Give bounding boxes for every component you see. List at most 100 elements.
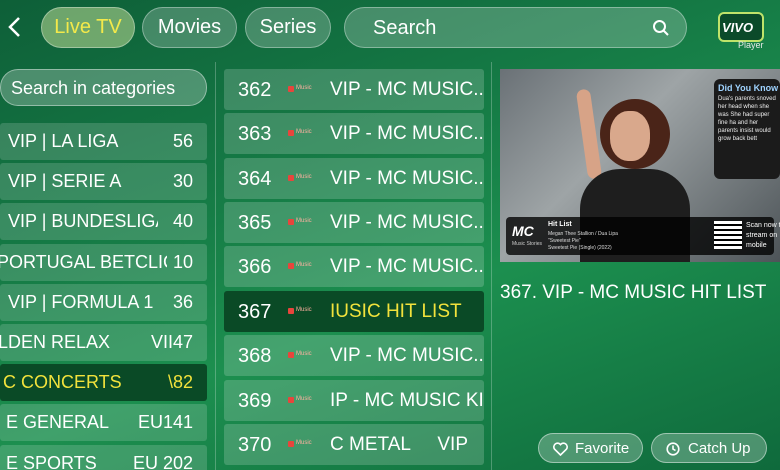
catch-up-button[interactable]: Catch Up bbox=[651, 433, 767, 463]
song-info-band: MC Music Stories Hit List Megan Thee Sta… bbox=[506, 217, 780, 255]
category-item[interactable]: E SPORTS EU 202 bbox=[0, 445, 207, 470]
back-button[interactable] bbox=[2, 12, 26, 42]
preview-image-part bbox=[575, 88, 603, 180]
channel-logo-text: Music bbox=[296, 85, 312, 91]
channel-number: 369 bbox=[238, 390, 272, 412]
channel-logo-icon: Music bbox=[288, 218, 314, 226]
tab-series[interactable]: Series bbox=[245, 7, 331, 48]
search-bar[interactable]: Search bbox=[344, 7, 687, 48]
channel-logo-text: Music bbox=[296, 440, 312, 446]
channel-name: VIP - MC MUSIC.. bbox=[330, 79, 484, 100]
song-album: Sweetest Pie (Single) (2022) bbox=[548, 245, 612, 251]
app-logo: VIVO Player bbox=[712, 2, 774, 52]
search-icon bbox=[653, 20, 669, 36]
channel-logo-text: Music bbox=[296, 307, 312, 313]
channel-number: 362 bbox=[238, 79, 272, 101]
category-item[interactable]: VIP | SERIE A 30 bbox=[0, 163, 207, 200]
channel-name: VIP - MC MUSIC.. bbox=[330, 256, 484, 277]
category-name: VIP | FORMULA 1 bbox=[8, 292, 154, 312]
category-item[interactable]: E GENERAL EU141 bbox=[0, 404, 207, 441]
top-bar: Live TV Movies Series Search VIVO Player bbox=[0, 0, 780, 56]
category-count: \82 bbox=[167, 372, 193, 392]
category-name: VIP | SERIE A bbox=[8, 171, 122, 191]
channel-number: 366 bbox=[238, 256, 272, 278]
channel-logo-text: Music bbox=[296, 262, 312, 268]
category-search-input[interactable]: Search in categories bbox=[0, 69, 207, 106]
channel-item[interactable]: 363 Music VIP - MC MUSIC.. bbox=[224, 113, 484, 154]
category-count: EU141 bbox=[137, 412, 193, 432]
qr-code-icon bbox=[714, 221, 742, 249]
channel-item[interactable]: 370 Music C METAL VIP bbox=[224, 424, 484, 465]
tab-live-tv[interactable]: Live TV bbox=[41, 7, 135, 48]
tab-movies[interactable]: Movies bbox=[142, 7, 237, 48]
clock-icon bbox=[666, 442, 680, 456]
channel-logo-text: Music bbox=[296, 218, 312, 224]
channel-name: VIP - MC MUSIC.. bbox=[330, 212, 484, 233]
channel-logo-icon: Music bbox=[288, 351, 314, 359]
channel-logo-icon: Music bbox=[288, 307, 314, 315]
channel-number: 365 bbox=[238, 212, 272, 234]
category-count: 36 bbox=[172, 292, 193, 312]
channel-extra: VIP bbox=[437, 434, 468, 455]
channel-item[interactable]: 362 Music VIP - MC MUSIC.. bbox=[224, 69, 484, 110]
category-name: LDEN RELAX bbox=[0, 332, 111, 352]
channel-number: 367 bbox=[238, 301, 272, 323]
category-item[interactable]: VIP | LA LIGA 56 bbox=[0, 123, 207, 160]
channel-logo-icon: Music bbox=[288, 85, 314, 93]
category-count: 56 bbox=[172, 131, 193, 151]
channel-logo-icon: Music bbox=[288, 174, 314, 182]
channel-name: VIP - MC MUSIC.. bbox=[330, 123, 484, 144]
favorite-label: Favorite bbox=[575, 440, 630, 457]
scan-text: Scan now to stream on mobile bbox=[746, 222, 780, 249]
category-name: VIP | BUNDESLIGA bbox=[8, 211, 158, 231]
category-item-selected[interactable]: C CONCERTS \82 bbox=[0, 364, 207, 401]
category-item[interactable]: LDEN RELAX VII47 bbox=[0, 324, 207, 361]
channel-name: IP - MC MUSIC KI bbox=[330, 390, 484, 411]
channel-name: VIP - MC MUSIC.. bbox=[330, 345, 484, 366]
channel-item[interactable]: 369 Music IP - MC MUSIC KI bbox=[224, 380, 484, 421]
channel-logo-text: Music bbox=[296, 174, 312, 180]
category-name: VIP | LA LIGA bbox=[8, 131, 119, 151]
did-you-know-body: Dua's parents snoved her head when she w… bbox=[718, 96, 776, 142]
category-item[interactable]: VIP | BUNDESLIGA 40 bbox=[0, 203, 207, 240]
preview-image-part bbox=[610, 111, 650, 161]
channel-name: IUSIC HIT LIST bbox=[330, 301, 462, 322]
category-count: 40 bbox=[172, 211, 193, 231]
category-count: 30 bbox=[172, 171, 193, 191]
catch-up-label: Catch Up bbox=[688, 440, 751, 457]
did-you-know-title: Did You Know bbox=[718, 83, 779, 93]
logo-text: VIVO bbox=[722, 20, 754, 35]
category-name: E GENERAL bbox=[6, 412, 110, 432]
favorite-button[interactable]: Favorite bbox=[538, 433, 643, 463]
song-details: Megan Thee Stallion / Dua Lipa "Sweetest… bbox=[548, 231, 708, 252]
channel-logo-text: Music bbox=[296, 351, 312, 357]
column-divider bbox=[215, 62, 216, 470]
did-you-know-panel: Did You Know Dua's parents snoved her he… bbox=[714, 79, 780, 179]
channel-logo-icon: Music bbox=[288, 440, 314, 448]
category-count: VII47 bbox=[150, 332, 193, 352]
category-name: PORTUGAL BETCLIC bbox=[0, 252, 167, 272]
column-divider bbox=[491, 62, 492, 470]
channel-logo-text: Music bbox=[296, 396, 312, 402]
channel-number: 370 bbox=[238, 434, 272, 456]
channel-logo-icon: Music bbox=[288, 262, 314, 270]
chevron-left-icon bbox=[8, 17, 20, 37]
channel-name: VIP - MC MUSIC.. bbox=[330, 168, 484, 189]
channel-item[interactable]: 365 Music VIP - MC MUSIC.. bbox=[224, 202, 484, 243]
channel-item[interactable]: 366 Music VIP - MC MUSIC.. bbox=[224, 246, 484, 287]
channel-item-selected[interactable]: 367 Music IUSIC HIT LIST bbox=[224, 291, 484, 332]
channel-item[interactable]: 364 Music VIP - MC MUSIC.. bbox=[224, 158, 484, 199]
category-search-placeholder: Search in categories bbox=[11, 78, 176, 98]
heart-icon bbox=[553, 442, 568, 456]
category-name: C CONCERTS bbox=[3, 372, 122, 392]
brand-logo: MC bbox=[512, 223, 534, 239]
selected-channel-title: 367. VIP - MC MUSIC HIT LIST bbox=[500, 282, 767, 303]
category-item[interactable]: VIP | FORMULA 1 36 bbox=[0, 284, 207, 321]
channel-number: 368 bbox=[238, 345, 272, 367]
song-name: "Sweetest Pie" bbox=[548, 238, 581, 244]
video-preview[interactable]: Did You Know Dua's parents snoved her he… bbox=[500, 69, 780, 262]
channel-name: C METAL bbox=[330, 434, 411, 455]
song-list-title: Hit List bbox=[548, 221, 572, 228]
category-item[interactable]: PORTUGAL BETCLIC 10 bbox=[0, 244, 207, 281]
channel-item[interactable]: 368 Music VIP - MC MUSIC.. bbox=[224, 335, 484, 376]
